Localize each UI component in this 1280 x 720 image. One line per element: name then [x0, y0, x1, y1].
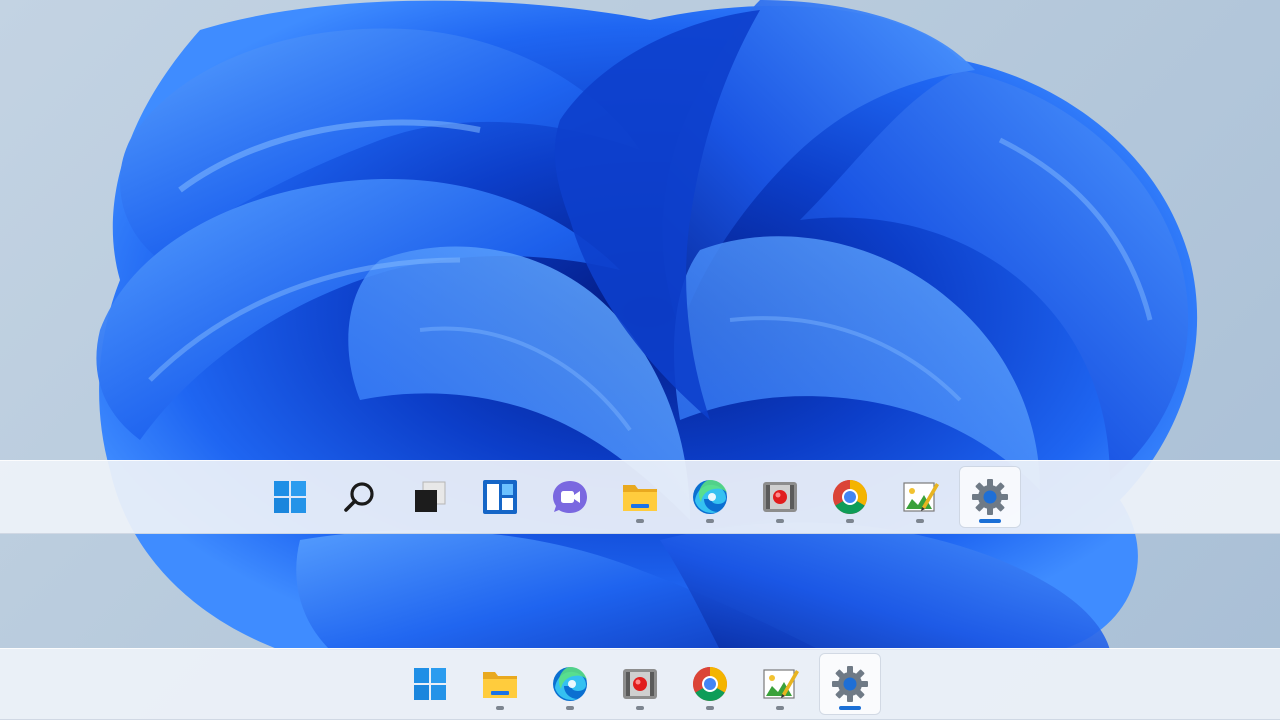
chrome-icon [833, 480, 867, 514]
file-explorer-button[interactable] [470, 654, 530, 714]
running-indicator [636, 519, 644, 523]
desktop-wallpaper [96, 0, 1198, 651]
start-button[interactable] [260, 467, 320, 527]
running-indicator [706, 519, 714, 523]
edge-icon [693, 480, 727, 514]
chrome-icon [693, 667, 727, 701]
start-icon [274, 481, 306, 513]
running-indicator [916, 519, 924, 523]
widgets-icon [483, 480, 517, 514]
bloom-shape [96, 0, 1198, 651]
taskbar-minimal [0, 648, 1280, 720]
running-indicator [846, 519, 854, 523]
running-indicator [566, 706, 574, 710]
taskbar-icons [260, 467, 1020, 527]
active-indicator [979, 519, 1001, 523]
image-editor-button[interactable] [750, 654, 810, 714]
active-indicator [839, 706, 861, 710]
settings-icon [832, 666, 868, 702]
settings-button[interactable] [960, 467, 1020, 527]
search-button[interactable] [330, 467, 390, 527]
file-explorer-button[interactable] [610, 467, 670, 527]
edge-icon [553, 667, 587, 701]
task-view-icon [415, 481, 446, 512]
chrome-button[interactable] [820, 467, 880, 527]
settings-button[interactable] [820, 654, 880, 714]
running-indicator [706, 706, 714, 710]
running-indicator [636, 706, 644, 710]
widgets-button[interactable] [470, 467, 530, 527]
taskbar-centered [0, 460, 1280, 534]
chat-button[interactable] [540, 467, 600, 527]
file-explorer-icon [483, 672, 517, 698]
screen-recorder-button[interactable] [750, 467, 810, 527]
file-explorer-icon [623, 485, 657, 511]
chat-icon [553, 481, 587, 513]
running-indicator [776, 519, 784, 523]
image-editor-icon [903, 482, 939, 512]
screen-recorder-button[interactable] [610, 654, 670, 714]
running-indicator [776, 706, 784, 710]
edge-button[interactable] [540, 654, 600, 714]
image-editor-button[interactable] [890, 467, 950, 527]
screen-recorder-icon [763, 482, 797, 512]
search-icon [344, 482, 374, 512]
taskbar-icons [400, 654, 880, 714]
chrome-button[interactable] [680, 654, 740, 714]
start-button[interactable] [400, 654, 460, 714]
start-icon [414, 668, 446, 700]
image-editor-icon [763, 669, 799, 699]
edge-button[interactable] [680, 467, 740, 527]
task-view-button[interactable] [400, 467, 460, 527]
screen-recorder-icon [623, 669, 657, 699]
settings-icon [972, 479, 1008, 515]
running-indicator [496, 706, 504, 710]
